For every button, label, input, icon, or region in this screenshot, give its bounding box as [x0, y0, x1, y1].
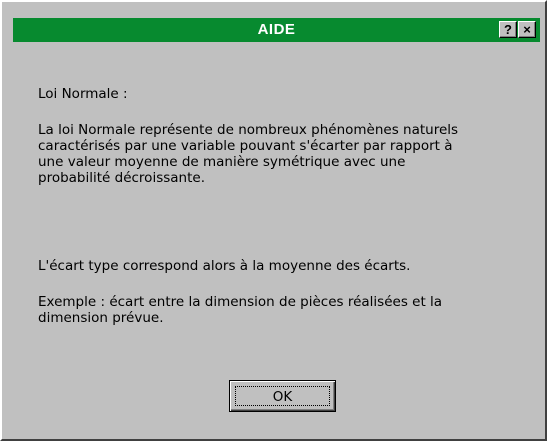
example-text: Exemple : écart entre la dimension de pi…	[38, 294, 443, 326]
help-icon[interactable]: ?	[499, 21, 517, 38]
title-bar[interactable]: AIDE ? ×	[13, 18, 540, 42]
description-text: La loi Normale représente de nombreux ph…	[38, 122, 459, 186]
ok-button[interactable]: OK	[229, 380, 336, 412]
window-title: AIDE	[257, 21, 296, 38]
section-heading: Loi Normale :	[38, 86, 128, 102]
close-icon[interactable]: ×	[518, 21, 536, 38]
help-dialog: AIDE ? × Loi Normale : La loi Normale re…	[0, 0, 547, 441]
ok-button-label: OK	[272, 389, 293, 405]
ecart-type-text: L'écart type correspond alors à la moyen…	[38, 258, 411, 274]
